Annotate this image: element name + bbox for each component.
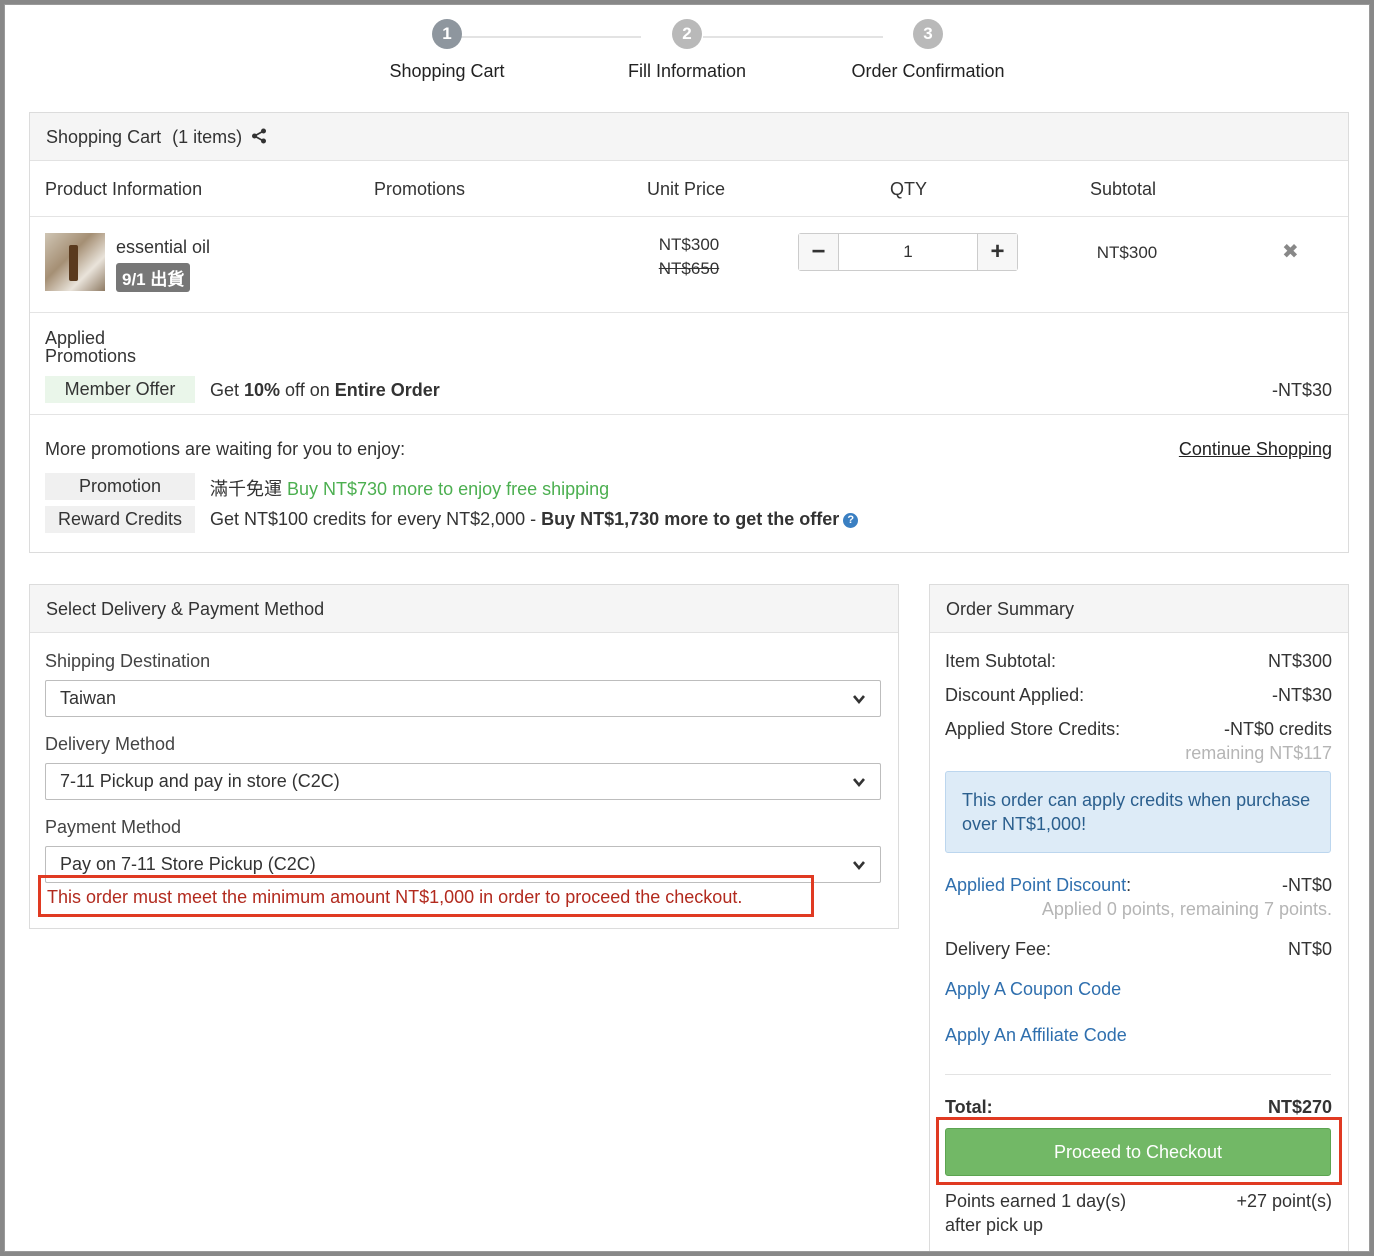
- credits-info-box: This order can apply credits when purcha…: [945, 771, 1331, 853]
- step-number: 1: [432, 19, 462, 49]
- applied-promotions: Applied Promotions Member Offer Get 10% …: [30, 313, 1348, 415]
- step-number: 3: [913, 19, 943, 49]
- payment-method-value: Pay on 7-11 Store Pickup (C2C): [60, 854, 316, 874]
- delivery-fee-row: Delivery Fee: NT$0: [945, 939, 1332, 959]
- chevron-down-icon: [853, 778, 865, 788]
- product-thumbnail[interactable]: [45, 233, 105, 291]
- reward-credits-tag: Reward Credits: [45, 506, 195, 533]
- minimum-amount-error: This order must meet the minimum amount …: [38, 875, 814, 917]
- share-icon[interactable]: [251, 114, 267, 162]
- col-subtotal: Subtotal: [1090, 179, 1157, 199]
- more-promotions: More promotions are waiting for you to e…: [30, 415, 1348, 553]
- proceed-to-checkout-button[interactable]: Proceed to Checkout: [945, 1128, 1331, 1176]
- promotion-tag: Promotion: [45, 473, 195, 500]
- coupon-row: Apply A Coupon Code: [945, 979, 1332, 1000]
- summary-header: Order Summary: [930, 585, 1348, 633]
- delivery-method-label: Delivery Method: [45, 734, 176, 754]
- step-fill-information: 2 Fill Information: [567, 19, 807, 82]
- cart-column-headers: Product Information Promotions Unit Pric…: [30, 161, 1348, 217]
- delivery-method-select[interactable]: 7-11 Pickup and pay in store (C2C): [45, 763, 881, 800]
- product-name[interactable]: essential oil: [116, 237, 210, 258]
- ship-date-badge: 9/1 出貨: [116, 263, 191, 292]
- continue-shopping-link[interactable]: Continue Shopping: [1179, 439, 1332, 460]
- order-summary-panel: Order Summary Item Subtotal: NT$300 Disco…: [929, 584, 1349, 1251]
- original-price: NT$650: [658, 259, 720, 278]
- step-order-confirmation: 3 Order Confirmation: [808, 19, 1048, 82]
- point-discount-link[interactable]: Applied Point Discount: [945, 875, 1126, 895]
- remove-item-icon[interactable]: ✖: [1282, 239, 1299, 264]
- delivery-header: Select Delivery & Payment Method: [30, 585, 898, 633]
- promotion-text: 滿千免運 Buy NT$730 more to enjoy free shipp…: [210, 479, 610, 499]
- applied-promotions-title: Applied Promotions: [45, 328, 137, 366]
- payment-method-label: Payment Method: [45, 817, 182, 837]
- delivery-payment-panel: Select Delivery & Payment Method Shippin…: [29, 584, 899, 929]
- discount-row: Discount Applied: -NT$30: [945, 685, 1332, 705]
- shipping-destination-label: Shipping Destination: [45, 651, 211, 671]
- member-offer-text: Get 10% off on Entire Order: [210, 380, 440, 400]
- cart-count: (1 items): [172, 127, 243, 147]
- item-subtotal: NT$300: [1096, 243, 1158, 262]
- col-product: Product Information: [45, 179, 203, 199]
- item-subtotal-row: Item Subtotal: NT$300: [945, 651, 1332, 671]
- member-offer-tag: Member Offer: [45, 376, 195, 403]
- points-earned-row: Points earned 1 day(s) after pick up +27 …: [945, 1191, 1332, 1235]
- chevron-down-icon: [853, 861, 865, 871]
- step-number: 2: [672, 19, 702, 49]
- reward-credits-text: Get NT$100 credits for every NT$2,000 - …: [210, 509, 859, 530]
- quantity-input[interactable]: 1: [839, 234, 977, 270]
- step-label: Shopping Cart: [389, 61, 505, 81]
- apply-coupon-link[interactable]: Apply A Coupon Code: [945, 979, 1121, 999]
- more-promotions-title: More promotions are waiting for you to e…: [45, 439, 406, 459]
- col-qty: QTY: [890, 179, 928, 199]
- member-offer-amount: -NT$30: [1271, 380, 1332, 400]
- step-label: Fill Information: [627, 61, 747, 81]
- col-unit-price: Unit Price: [647, 179, 726, 199]
- point-discount-row: Applied Point Discount: -NT$0: [945, 875, 1332, 895]
- col-promotions: Promotions: [374, 179, 466, 199]
- delivery-method-value: 7-11 Pickup and pay in store (C2C): [60, 771, 340, 791]
- apply-affiliate-link[interactable]: Apply An Affiliate Code: [945, 1025, 1127, 1045]
- summary-divider: [945, 1074, 1331, 1075]
- step-label: Order Confirmation: [851, 61, 1005, 81]
- cart-title: Shopping Cart: [46, 127, 162, 147]
- checkout-stepper: 1 Shopping Cart 2 Fill Information 3 Ord…: [5, 5, 1369, 105]
- unit-price: NT$300: [658, 235, 720, 254]
- store-credits-row: Applied Store Credits: -NT$0 credits: [945, 719, 1332, 739]
- step-shopping-cart: 1 Shopping Cart: [327, 19, 567, 82]
- error-message: This order must meet the minimum amount …: [47, 887, 743, 907]
- cart-panel: Shopping Cart (1 items) Product Informat…: [29, 112, 1349, 553]
- chevron-down-icon: [853, 695, 865, 705]
- quantity-stepper: − 1 +: [798, 233, 1018, 271]
- help-icon[interactable]: ?: [843, 512, 859, 528]
- affiliate-row: Apply An Affiliate Code: [945, 1025, 1332, 1046]
- shipping-destination-select[interactable]: Taiwan: [45, 680, 881, 717]
- page: 1 Shopping Cart 2 Fill Information 3 Ord…: [4, 4, 1370, 1252]
- decrease-qty-button[interactable]: −: [799, 234, 839, 270]
- shipping-destination-value: Taiwan: [60, 688, 117, 708]
- cart-header: Shopping Cart (1 items): [30, 113, 1348, 161]
- total-row: Total: NT$270: [945, 1097, 1332, 1117]
- increase-qty-button[interactable]: +: [977, 234, 1017, 270]
- cart-item-row: essential oil 9/1 出貨 NT$300 NT$650 − 1 +…: [30, 217, 1348, 313]
